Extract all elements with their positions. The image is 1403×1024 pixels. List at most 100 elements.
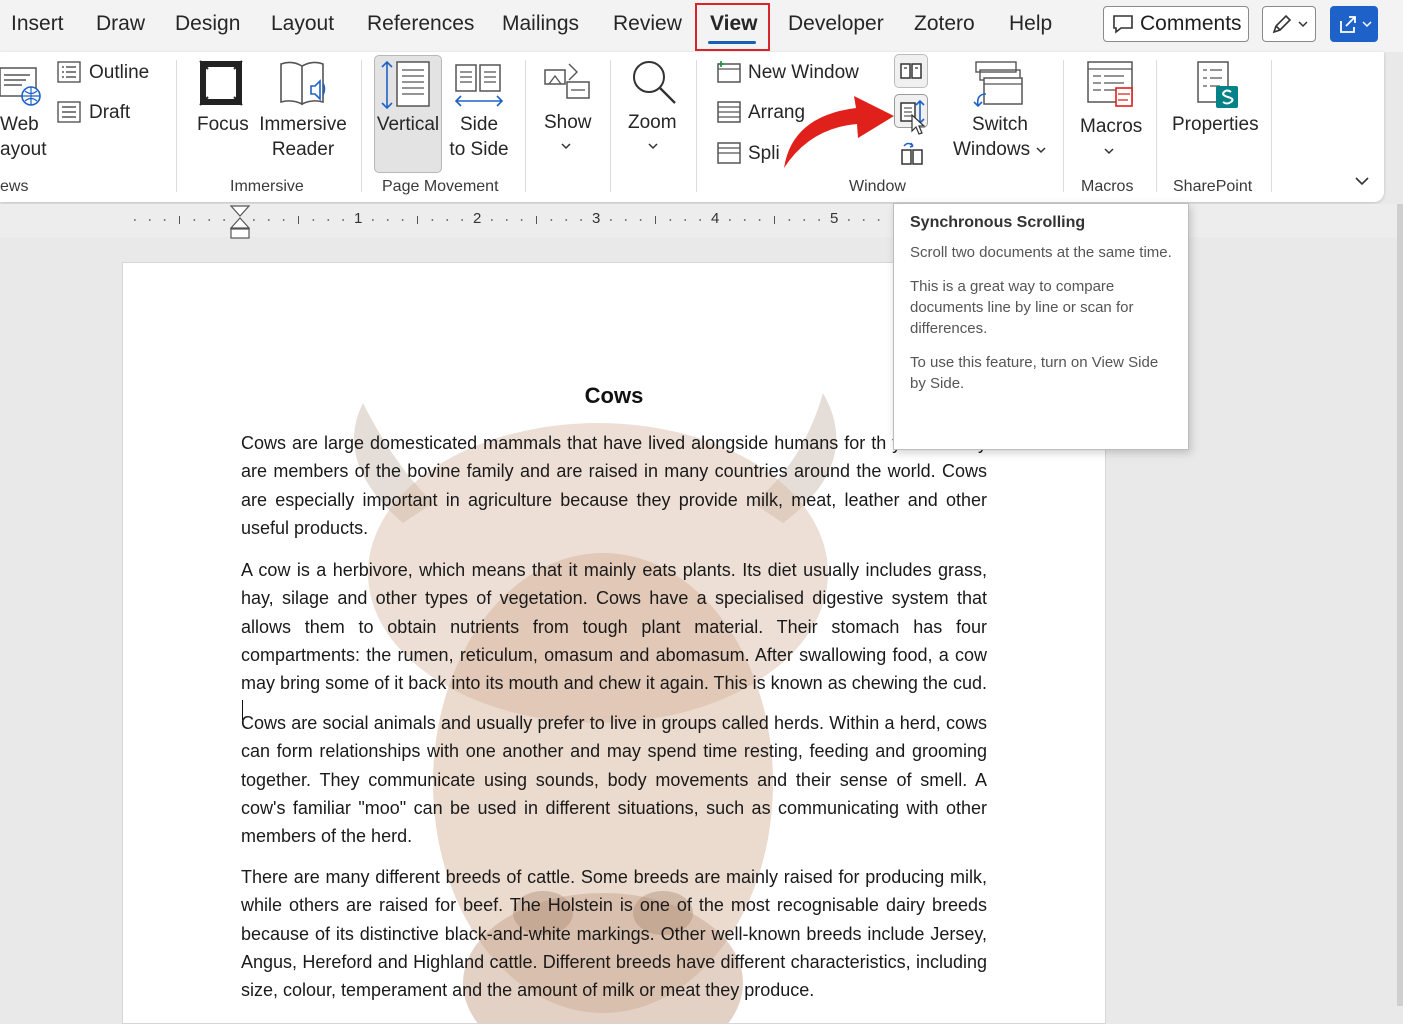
ruler-tick <box>371 219 374 221</box>
collapse-ribbon-chevron-icon[interactable] <box>1354 176 1370 186</box>
new-window-button[interactable]: New Window <box>748 62 859 84</box>
switch-windows-label[interactable]: Switch <box>958 114 1042 136</box>
switch-windows-label-2[interactable]: Windows <box>953 139 1030 161</box>
properties-button[interactable]: Properties <box>1172 114 1259 136</box>
tab-references[interactable]: References <box>367 12 474 36</box>
tooltip-title: Synchronous Scrolling <box>910 214 1086 231</box>
ruler-tick <box>490 219 493 221</box>
outline-icon <box>57 61 81 83</box>
share-button[interactable] <box>1330 6 1378 42</box>
group-separator <box>176 60 177 192</box>
ruler-tick <box>401 219 404 221</box>
vertical-label: Vertical <box>376 114 440 135</box>
draft-icon <box>57 101 81 123</box>
draft-button[interactable]: Draft <box>89 102 130 124</box>
ruler-mark: 1 <box>354 210 363 227</box>
tab-review[interactable]: Review <box>613 12 682 36</box>
ruler-tick <box>639 219 642 221</box>
ruler-mark: 2 <box>473 210 482 227</box>
side-by-side-icon <box>900 63 922 79</box>
ruler-ticks <box>133 216 880 224</box>
chevron-down-icon <box>1361 21 1372 28</box>
immersive-group-label: Immersive <box>230 178 304 195</box>
macros-button[interactable]: Macros <box>1080 116 1142 138</box>
tab-zotero[interactable]: Zotero <box>914 12 975 36</box>
ruler-tick <box>148 219 151 221</box>
view-tab-annotation-box <box>695 3 770 51</box>
zoom-icon <box>633 61 676 104</box>
arrange-all-icon <box>717 101 741 123</box>
ruler-tick <box>728 219 731 221</box>
ruler-tick <box>788 219 791 221</box>
chevron-down-icon <box>1104 148 1114 155</box>
ruler-tick <box>624 219 627 221</box>
focus-button[interactable]: Focus <box>197 114 249 136</box>
group-separator <box>361 60 362 192</box>
web-layout-label-2[interactable]: ayout <box>0 139 46 161</box>
immersive-reader-label-2[interactable]: Reader <box>259 139 347 161</box>
ruler-mark: 3 <box>592 210 601 227</box>
group-separator <box>1156 60 1157 192</box>
group-separator <box>696 60 697 192</box>
tab-draw[interactable]: Draw <box>96 12 145 36</box>
ruler-tick <box>699 219 702 221</box>
tooltip-instruction: To use this feature, turn on View Side b… <box>910 354 1159 392</box>
sharepoint-group-label: SharePoint <box>1173 178 1253 195</box>
share-icon <box>1339 16 1356 33</box>
tab-help[interactable]: Help <box>1009 12 1052 36</box>
side-to-side-label-2[interactable]: to Side <box>444 139 514 161</box>
zoom-button[interactable]: Zoom <box>628 112 677 134</box>
tooltip-description: Scroll two documents at the same time. <box>910 244 1172 261</box>
ruler-tick <box>669 219 672 221</box>
ruler-tick <box>743 219 746 221</box>
ruler-tick <box>312 219 315 221</box>
pen-icon <box>1272 14 1292 34</box>
ruler-tick <box>565 219 568 221</box>
ruler-tick <box>461 219 464 221</box>
group-separator <box>1271 60 1272 192</box>
views-group-label: ews <box>0 178 29 195</box>
paragraph-2[interactable]: A cow is a herbivore, which means that i… <box>241 556 987 726</box>
switch-windows-icon <box>973 61 1023 108</box>
ruler-tick <box>133 219 136 221</box>
tab-mailings[interactable]: Mailings <box>502 12 579 36</box>
ruler-tick <box>609 219 612 221</box>
ruler-tick <box>431 219 434 221</box>
tab-developer[interactable]: Developer <box>788 12 884 36</box>
outline-button[interactable]: Outline <box>89 62 149 84</box>
paragraph-1[interactable]: Cows are large domesticated mammals that… <box>241 429 987 542</box>
ruler-tick <box>252 219 255 221</box>
new-window-icon <box>717 61 741 83</box>
immersive-reader-label[interactable]: Immersive <box>259 114 347 136</box>
comments-button[interactable]: Comments <box>1103 6 1249 42</box>
show-icon <box>544 63 590 99</box>
ruler-tick <box>758 219 761 221</box>
ruler-tick <box>580 219 583 221</box>
tab-layout[interactable]: Layout <box>271 12 334 36</box>
ruler-tick <box>684 219 687 221</box>
ribbon-tab-bar: Insert Draw Design Layout References Mai… <box>0 0 1403 52</box>
show-button[interactable]: Show <box>544 112 592 134</box>
vertical-scrollbar[interactable] <box>1397 204 1403 1006</box>
paragraph-3[interactable]: Cows are social animals and usually pref… <box>241 709 987 850</box>
group-separator <box>1063 60 1064 192</box>
editing-mode-button[interactable] <box>1262 6 1316 42</box>
group-separator <box>610 60 611 192</box>
side-to-side-label[interactable]: Side <box>444 114 514 136</box>
ruler-tick <box>223 219 226 221</box>
chevron-down-icon <box>561 143 571 150</box>
paragraph-4[interactable]: There are many different breeds of cattl… <box>241 863 987 1004</box>
tab-insert[interactable]: Insert <box>11 12 64 36</box>
side-to-side-icon <box>454 64 504 107</box>
ruler-tick <box>386 219 389 221</box>
chevron-down-icon <box>1298 21 1308 28</box>
horizontal-ruler[interactable]: 1 2 3 4 5 <box>0 204 1403 240</box>
ruler-tick <box>208 219 211 221</box>
window-group-label: Window <box>849 178 906 195</box>
chevron-down-icon <box>648 143 658 150</box>
tooltip-detail: This is a great way to compare documents… <box>910 278 1134 337</box>
ruler-tick <box>163 219 166 221</box>
tab-design[interactable]: Design <box>175 12 240 36</box>
indent-marker-icon[interactable] <box>229 204 251 240</box>
web-layout-label[interactable]: Web <box>0 114 39 136</box>
